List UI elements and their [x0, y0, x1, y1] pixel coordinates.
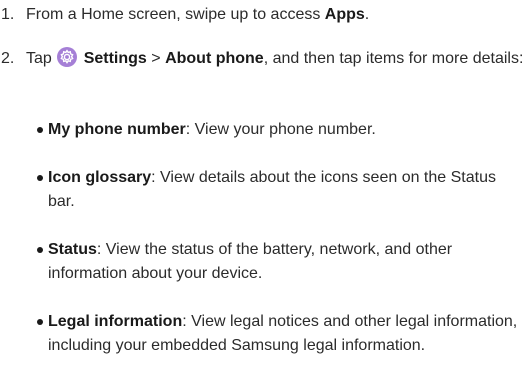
bullet-title: My phone number — [48, 121, 186, 138]
bullet-text: : View the status of the battery, networ… — [48, 241, 453, 282]
bullet-title: Legal information — [48, 313, 183, 330]
bullet-dot — [37, 175, 43, 181]
bullet-dot — [37, 127, 43, 133]
bullet-item: My phone number: View your phone number. — [37, 118, 518, 142]
tap-word: Tap — [26, 50, 57, 67]
bullet-item: Icon glossary: View details about the ic… — [37, 166, 518, 214]
gear-icon — [57, 47, 78, 67]
separator: > — [146, 50, 166, 67]
apps-label: Apps — [324, 6, 365, 23]
step-punct: . — [364, 6, 370, 23]
settings-label: Settings — [83, 50, 147, 67]
bullet-item: Status: View the status of the battery, … — [37, 238, 518, 286]
bullet-text: : View your phone number. — [185, 121, 376, 138]
step-number: 2. — [1, 50, 15, 67]
step-2: 2. Tap Settings > About phone, and then … — [0, 47, 527, 71]
bullet-dot — [37, 247, 43, 253]
about-phone-label: About phone — [165, 50, 264, 67]
step-1: 1. From a Home screen, swipe up to acces… — [0, 3, 527, 27]
bullet-dot — [37, 319, 43, 325]
step-text: From a Home screen, swipe up to access — [26, 6, 325, 23]
bullet-title: Status — [48, 241, 97, 258]
bullet-item: Legal information: View legal notices an… — [37, 310, 518, 358]
bullet-title: Icon glossary — [48, 169, 152, 186]
step-number: 1. — [1, 6, 15, 23]
step-rest: , and then tap items for more details: — [263, 50, 524, 67]
